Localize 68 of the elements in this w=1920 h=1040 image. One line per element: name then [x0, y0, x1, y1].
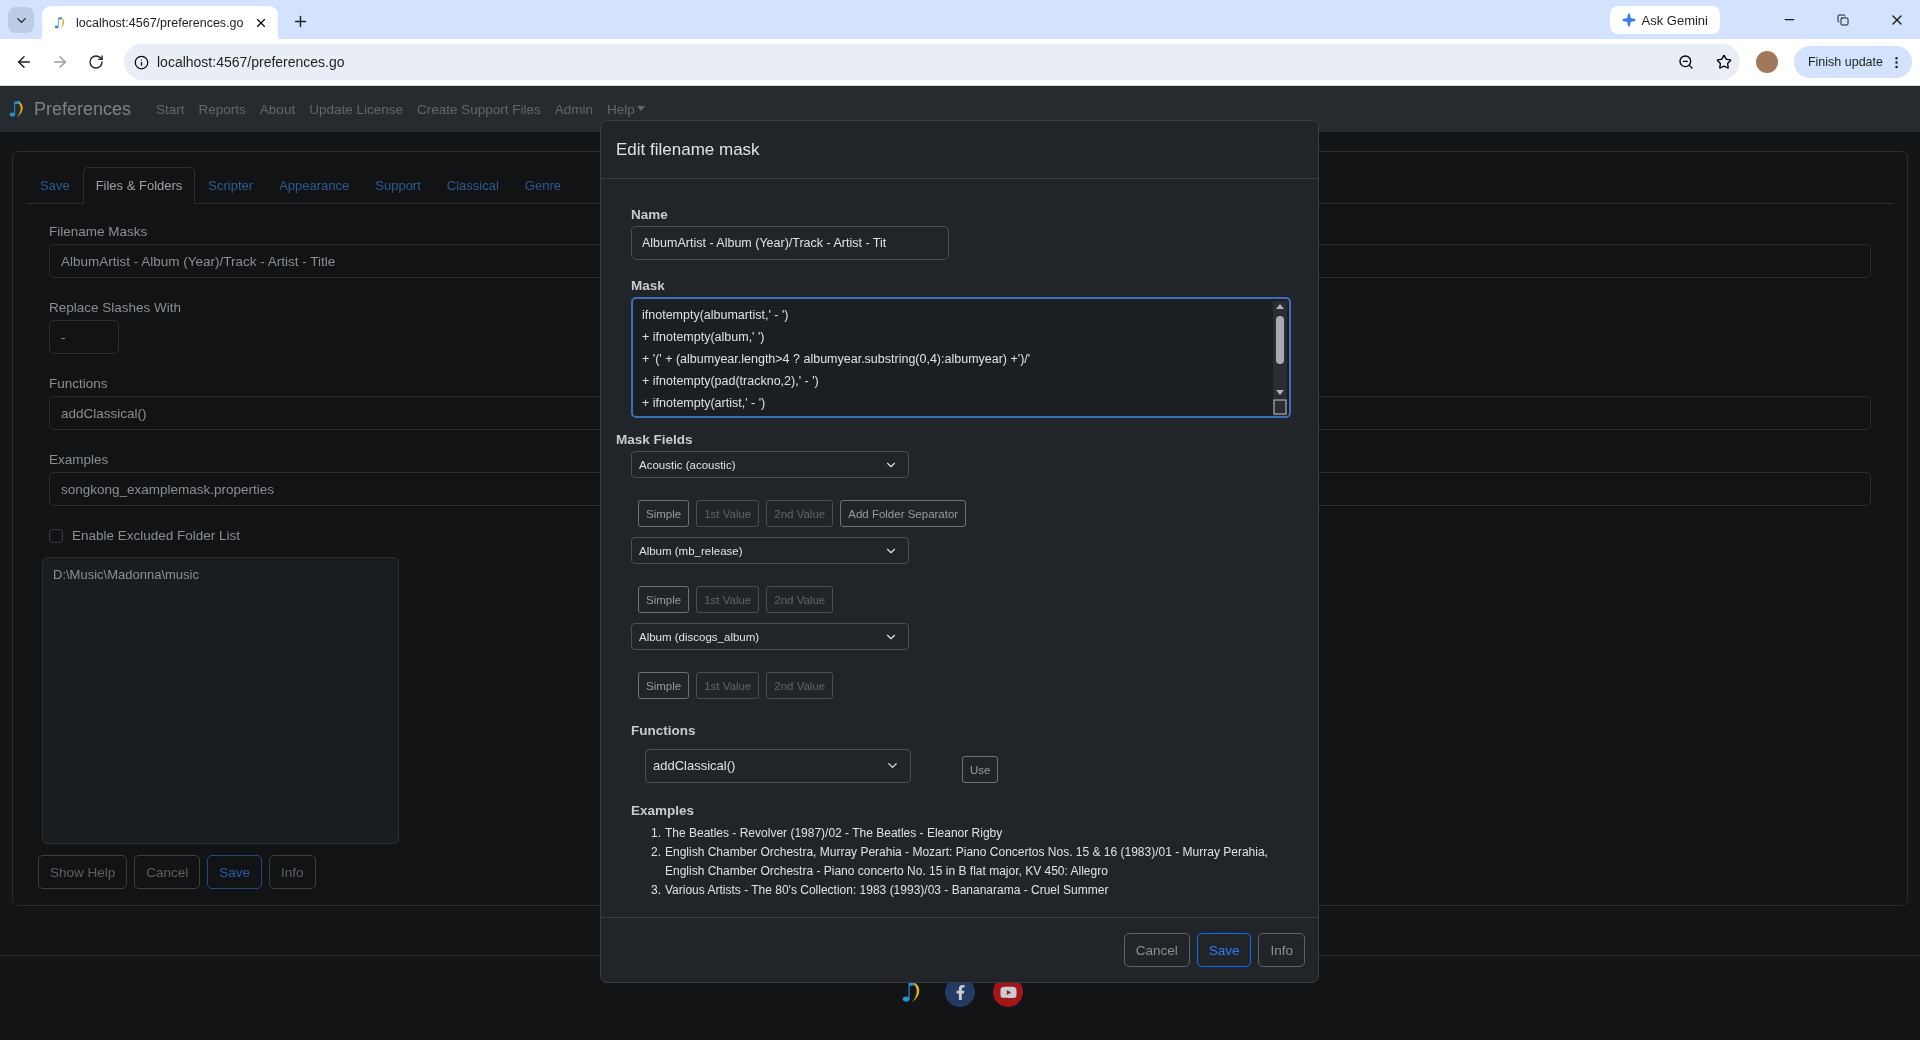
field-label: Replace Slashes With	[49, 300, 182, 315]
field-label: Name	[631, 207, 668, 222]
field-dropdown[interactable]: Album (mb_release)	[631, 537, 909, 564]
mask-option-button[interactable]: Simple	[638, 586, 690, 613]
mask-option-button[interactable]: Simple	[638, 672, 690, 699]
settings-tab[interactable]: Appearance	[266, 167, 363, 204]
checkbox[interactable]	[49, 528, 63, 543]
finish-update-button[interactable]: Finish update	[1793, 46, 1912, 78]
brand-title[interactable]: Preferences	[34, 98, 132, 120]
field-label: Filename Masks	[49, 224, 148, 239]
nav-link[interactable]: Create Support Files	[409, 101, 548, 117]
scrollbar[interactable]	[1273, 301, 1287, 416]
form-button[interactable]: Info	[269, 855, 316, 889]
settings-tab[interactable]: Support	[362, 167, 434, 204]
settings-tab[interactable]: Classical	[433, 167, 512, 204]
list-number: 2.	[650, 844, 661, 861]
field-label: Mask	[631, 278, 665, 293]
name-field[interactable]: AlbumArtist - Album (Year)/Track - Artist - Tit	[631, 226, 949, 260]
browser-tab[interactable]: localhost:4567/preferences.go	[42, 6, 278, 39]
bookmark-star-icon[interactable]	[1715, 54, 1732, 70]
nav-link[interactable]: Reports	[191, 101, 253, 117]
gemini-button[interactable]: Ask Gemini	[1609, 6, 1720, 34]
field-dropdown[interactable]: Acoustic (acoustic)	[631, 451, 909, 478]
list-number: 3.	[650, 882, 661, 899]
settings-tab[interactable]: Scripter	[195, 167, 267, 204]
dialog-title: Edit filename mask	[616, 139, 760, 160]
tab-search-button[interactable]	[8, 7, 34, 33]
dialog-button[interactable]: Save	[1196, 933, 1252, 967]
back-icon[interactable]	[15, 53, 33, 71]
section-label: Examples	[631, 803, 695, 818]
nav-link[interactable]: About	[252, 101, 303, 117]
sparkle-icon	[1621, 13, 1636, 27]
dialog-button[interactable]: Cancel	[1123, 933, 1190, 967]
mask-option-button[interactable]: Add Folder Separator	[840, 500, 967, 527]
list-number: 1.	[650, 825, 661, 842]
reload-icon[interactable]	[88, 54, 104, 70]
form-button[interactable]: Show Help	[38, 855, 128, 889]
section-label: Mask Fields	[616, 432, 693, 447]
settings-tab[interactable]: Files & Folders	[82, 167, 196, 204]
nav-link[interactable]: Update License	[302, 101, 410, 117]
folder-list-field[interactable]: D:\Music\Madonna\music	[42, 557, 399, 844]
forward-icon[interactable]	[51, 53, 69, 71]
profile-avatar[interactable]	[1755, 51, 1778, 73]
example-text: The Beatles - Revolver (1987)/02 - The Beatles - Eleanor Rigby	[665, 825, 1003, 842]
mask-field[interactable]: ifnotempty(albumartist,' - ') + ifnotempty(album,' ') + '(' + (albumyear.length>4 ? albumyear.substring(0,4):albumyear) +')/' + ifnotempty(pad(trackno,2),' - ') + ifnotempty(artist,' - ')	[631, 297, 1291, 418]
dialog-button[interactable]: Info	[1258, 933, 1305, 967]
checkbox-label: Enable Excluded Folder List	[72, 528, 241, 543]
info-icon[interactable]	[134, 54, 149, 70]
address-bar[interactable]: localhost:4567/preferences.go	[124, 44, 1740, 80]
mask-option-button[interactable]: Simple	[638, 500, 690, 527]
section-label: Functions	[631, 723, 696, 738]
form-button[interactable]: Save	[207, 855, 263, 889]
field-label: Examples	[49, 452, 109, 467]
settings-tab[interactable]: Save	[27, 167, 83, 204]
restore-icon[interactable]	[1837, 13, 1849, 26]
nav-link[interactable]: Admin	[547, 101, 601, 117]
functions-dropdown[interactable]: addClassical()	[645, 748, 911, 783]
zoom-icon[interactable]	[1677, 54, 1694, 70]
example-text: Various Artists - The 80's Collection: 1983 (1993)/03 - Bananarama - Cruel Summer	[665, 882, 1109, 899]
field-dropdown[interactable]: Album (discogs_album)	[631, 623, 909, 650]
nav-link[interactable]: Start	[149, 101, 192, 117]
settings-tab[interactable]: Genre	[511, 167, 574, 204]
example-text: English Chamber Orchestra, Murray Perahia - Mozart: Piano Concertos Nos. 15 & 16 (1983)/01 - Murray Perahia, English Chamber Orchestra - Piano concerto No. 15 in B flat major, KV 450: Allegro	[665, 844, 1269, 880]
form-button[interactable]: Cancel	[134, 855, 201, 889]
use-button[interactable]: Use	[962, 756, 999, 783]
text-field[interactable]: -	[49, 320, 119, 354]
field-label: Functions	[49, 376, 108, 391]
nav-link[interactable]: Help	[600, 101, 652, 117]
